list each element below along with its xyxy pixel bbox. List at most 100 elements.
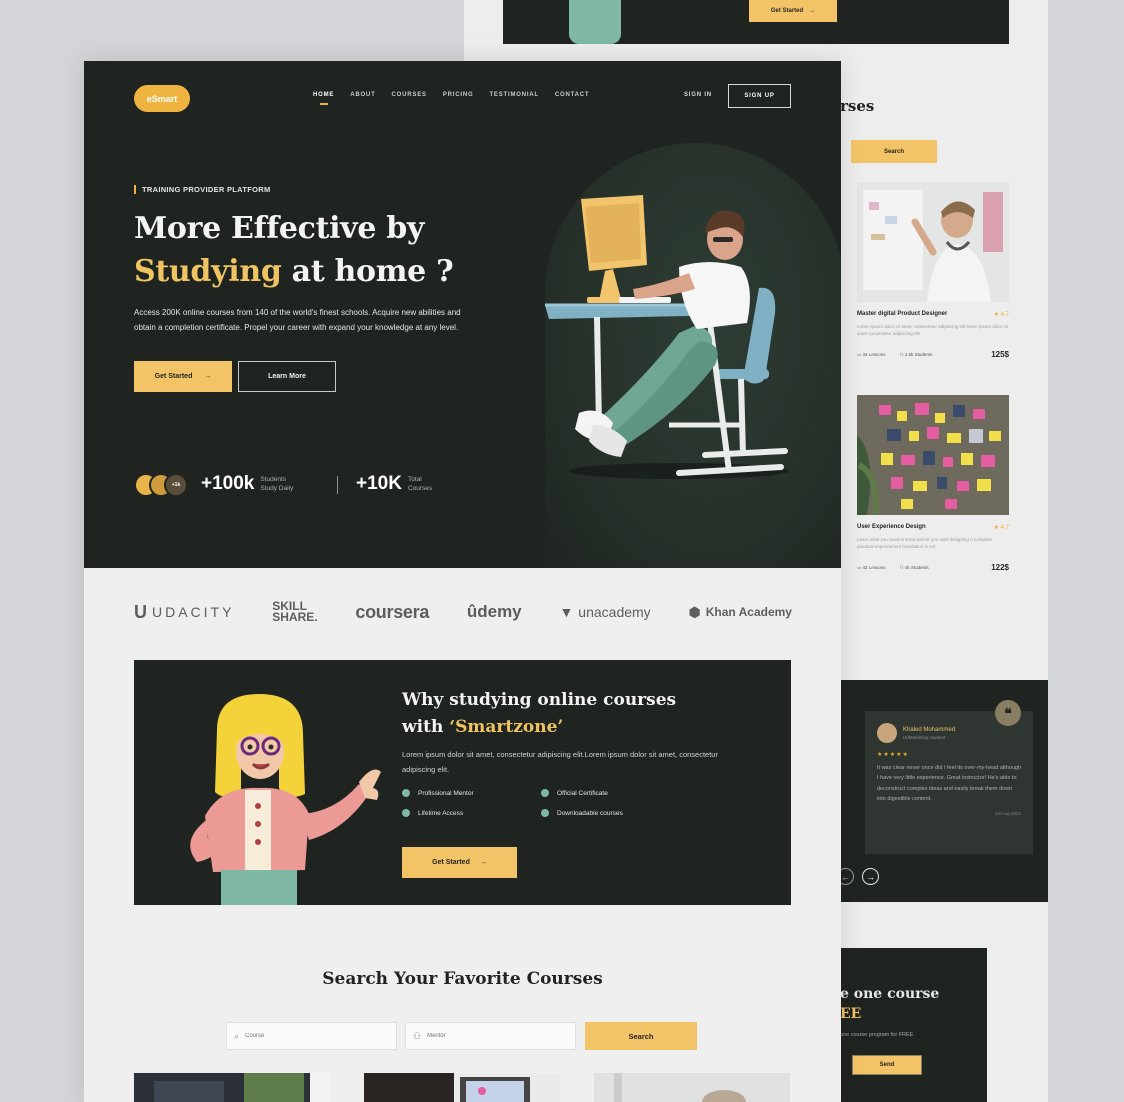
nav-pricing[interactable]: PRICING — [443, 92, 474, 98]
avatar — [877, 723, 897, 743]
arrow-right-icon: → — [204, 373, 212, 380]
brand-coursera: coursera — [355, 601, 430, 622]
free-course-subtitle: one course program for FREE — [840, 1032, 914, 1038]
course-description: Learn what you need to know before you s… — [857, 537, 993, 550]
hero-section: eSmart HOME ABOUT COURSES PRICING TESTIM… — [84, 61, 841, 568]
testimonial-section: Khaled Mohammed UI/Marketing Student ★★★… — [837, 680, 1048, 902]
arrow-right-icon: → — [479, 859, 487, 866]
course-card[interactable]: Master digital Product Designer ★ 4.7 Lo… — [857, 182, 1009, 359]
nav-home[interactable]: HOME — [313, 92, 334, 105]
feature-list: Profissional Mentor Official Certificate… — [402, 789, 692, 817]
course-image-sticky-notes — [857, 395, 1009, 515]
feature-item: Official Certificate — [541, 789, 691, 797]
arrow-right-icon[interactable]: → — [862, 868, 879, 885]
get-started-button[interactable]: Get Started → — [134, 361, 232, 392]
udacity-logo-icon: U — [134, 601, 147, 622]
course-search-input[interactable] — [245, 1033, 366, 1039]
nav-contact[interactable]: CONTACT — [555, 92, 589, 98]
course-thumbnail[interactable] — [134, 1073, 330, 1102]
course-description: Lorem ipsum dolor sit amet, consectetur … — [857, 324, 1009, 337]
brand-skillshare: SKILL SHARE. — [272, 599, 318, 624]
nav-courses[interactable]: COURSES — [392, 92, 427, 98]
girl-character-illustration — [190, 694, 381, 905]
stat-courses: +10K Total Courses — [356, 473, 433, 494]
rating-stars: ★★★★★ — [877, 752, 909, 758]
testimonial-date: 1st Aug 2022 — [994, 810, 1021, 816]
partner-brands: U UDACITY SKILL SHARE. coursera ûdemy ▼ u… — [134, 599, 792, 624]
quote-icon: ❝ — [995, 700, 1021, 726]
character-leg-illustration — [569, 0, 621, 44]
course-thumbnail[interactable] — [364, 1073, 560, 1102]
nav-testimonial[interactable]: TESTIMONIAL — [489, 92, 538, 98]
course-lessons: 42 Lessons — [862, 564, 886, 570]
why-title: Why studying online courses with ‘Smartz… — [402, 690, 677, 737]
arrow-right-icon: → — [809, 8, 816, 14]
course-students: 2.5k Students — [904, 351, 933, 357]
course-search-field[interactable]: ⌕ — [226, 1022, 397, 1050]
why-section: Why studying online courses with ‘Smartz… — [134, 660, 791, 905]
sign-up-button[interactable]: SIGN UP — [728, 84, 791, 108]
check-dot-icon — [402, 789, 410, 797]
star-icon: ★ — [993, 525, 999, 531]
testimonial-role: UI/Marketing Student — [903, 734, 946, 740]
stat-students: +100k Students Study Daily — [201, 473, 294, 494]
send-button[interactable]: Send — [852, 1055, 922, 1075]
brand-khan-academy: ⬢ Khan Academy — [688, 603, 792, 620]
hero-title: More Effective by Studying at home ? — [134, 211, 454, 289]
course-students: 4k Students — [904, 564, 929, 570]
learn-more-button[interactable]: Learn More — [238, 361, 336, 392]
feature-item: Profissional Mentor — [402, 789, 541, 797]
khan-academy-logo-icon: ⬢ — [688, 603, 701, 620]
course-card[interactable]: User Experience Design ★ 4.7 Learn what … — [857, 395, 1009, 572]
testimonial-name: Khaled Mohammed — [903, 726, 956, 733]
testimonial-quote: It was clear never once did I feel its o… — [877, 765, 1021, 803]
users-icon: ⚇ — [899, 351, 904, 357]
landing-page: eSmart HOME ABOUT COURSES PRICING TESTIM… — [84, 61, 841, 1102]
back-search-button[interactable]: Search — [851, 140, 937, 163]
back-get-started-button[interactable]: Get Started → — [749, 0, 837, 22]
course-title: User Experience Design — [857, 524, 926, 530]
course-rating: 4.7 — [1000, 312, 1009, 318]
mentor-search-input[interactable] — [427, 1033, 548, 1039]
why-title-accent: ‘Smartzone’ — [449, 717, 564, 737]
video-icon: ▭ — [857, 564, 862, 570]
nav-about[interactable]: ABOUT — [350, 92, 375, 98]
student-at-desk-illustration — [545, 195, 789, 479]
course-image-whiteboard — [857, 182, 1009, 302]
testimonial-card: Khaled Mohammed UI/Marketing Student ★★★… — [865, 711, 1033, 854]
free-course-section: e one course EE one course program for F… — [840, 948, 987, 1102]
course-title: Master digital Product Designer — [857, 311, 948, 317]
brand-unacademy: ▼ unacademy — [559, 604, 651, 620]
course-price: 122$ — [991, 563, 1009, 573]
brand-udacity: U UDACITY — [134, 601, 235, 622]
avatar-count-badge: +1k — [164, 473, 188, 497]
back-section-title: rses — [840, 97, 875, 115]
course-price: 125$ — [991, 350, 1009, 360]
sign-in-link[interactable]: SIGN IN — [684, 92, 712, 98]
logo[interactable]: eSmart — [134, 85, 190, 112]
why-description: Lorem ipsum dolor sit amet, consectetur … — [402, 750, 718, 774]
search-section-title: Search Your Favorite Courses — [322, 969, 603, 989]
course-lessons: 34 Lessons — [862, 351, 886, 357]
hero-eyebrow: TRAINING PROVIDER PLATFORM — [134, 185, 271, 194]
check-dot-icon — [541, 809, 549, 817]
search-button[interactable]: Search — [585, 1022, 697, 1050]
why-get-started-button[interactable]: Get Started → — [402, 847, 517, 878]
student-avatars: +1k — [134, 473, 188, 497]
mentor-search-field[interactable]: ⚇ — [405, 1022, 576, 1050]
check-dot-icon — [402, 809, 410, 817]
feature-item: Downloadable courses — [541, 809, 691, 817]
star-icon: ★ — [993, 312, 999, 318]
user-icon: ⚇ — [413, 1030, 422, 1041]
brand-udemy: ûdemy — [466, 602, 522, 621]
users-icon: ⚇ — [899, 564, 904, 570]
course-thumbnail[interactable] — [594, 1073, 790, 1102]
feature-item: Lifetime Access — [402, 809, 541, 817]
main-nav: HOME ABOUT COURSES PRICING TESTIMONIAL C… — [313, 92, 589, 105]
hero-description: Access 200K online courses from 140 of t… — [134, 308, 461, 332]
video-icon: ▭ — [857, 351, 862, 357]
back-hero-strip: Get Started → — [503, 0, 1009, 44]
check-dot-icon — [541, 789, 549, 797]
course-rating: 4.7 — [1000, 525, 1009, 531]
stat-divider — [337, 476, 338, 494]
